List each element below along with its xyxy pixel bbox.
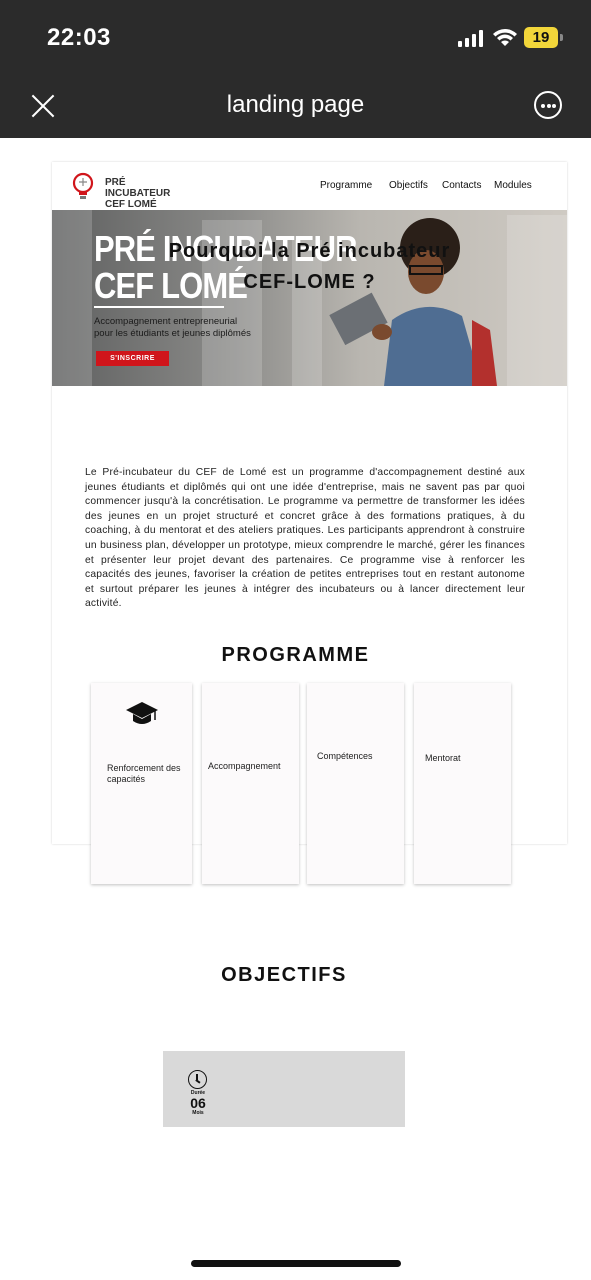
duration-value: 06 bbox=[190, 1095, 206, 1111]
programme-card-renforcement[interactable]: Renforcement des capacités bbox=[91, 683, 192, 884]
status-bar: 22:03 19 bbox=[0, 0, 591, 74]
menu-modules[interactable]: Modules bbox=[494, 180, 532, 191]
why-heading-line-1: Pourquoi la Pré incubateur bbox=[168, 240, 451, 262]
programme-card-competences[interactable]: Compétences bbox=[307, 683, 404, 884]
menu-objectifs[interactable]: Objectifs bbox=[389, 180, 428, 191]
clock-icon bbox=[188, 1070, 207, 1089]
wifi-icon bbox=[493, 29, 517, 46]
logo-line-2: CEF LOMÉ bbox=[105, 199, 157, 210]
card-label: Accompagnement bbox=[208, 761, 281, 771]
hero-subtitle: Accompagnement entrepreneurial pour les … bbox=[94, 316, 251, 340]
card-label: Mentorat bbox=[425, 753, 461, 763]
menu-programme[interactable]: Programme bbox=[320, 180, 372, 191]
hero-divider bbox=[94, 306, 224, 308]
why-heading: Pourquoi la Pré incubateur CEF-LOME ? bbox=[52, 236, 567, 298]
why-heading-line-2: CEF-LOME ? bbox=[243, 271, 376, 293]
duration-block: Durée 06 Mois bbox=[163, 1051, 405, 1127]
programme-card-mentorat[interactable]: Mentorat bbox=[414, 683, 511, 884]
duration-unit: Mois bbox=[192, 1110, 204, 1116]
programme-card-accompagnement[interactable]: Accompagnement bbox=[202, 683, 299, 884]
battery-indicator: 19 bbox=[524, 27, 563, 48]
site-logo-text: PRÉ INCUBATEUR CEF LOMÉ bbox=[105, 177, 185, 210]
more-options-icon[interactable] bbox=[534, 91, 562, 119]
card-label: Renforcement des capacités bbox=[107, 763, 181, 784]
menu-contacts[interactable]: Contacts bbox=[442, 180, 481, 191]
page-title: landing page bbox=[226, 91, 365, 118]
card-label: Compétences bbox=[317, 751, 373, 761]
app-navbar: landing page bbox=[0, 74, 591, 138]
lightbulb-logo-icon bbox=[72, 172, 94, 199]
graduation-cap-icon bbox=[126, 702, 158, 724]
hero-subtitle-line-1: Accompagnement entrepreneurial bbox=[94, 316, 238, 327]
intro-paragraph: Le Pré-incubateur du CEF de Lomé est un … bbox=[85, 467, 525, 610]
objectifs-heading: OBJECTIFS bbox=[221, 964, 347, 986]
site-header: PRÉ INCUBATEUR CEF LOMÉ Programme Object… bbox=[52, 162, 567, 210]
hero-subtitle-line-2: pour les étudiants et jeunes diplômés bbox=[94, 328, 251, 339]
status-time: 22:03 bbox=[47, 24, 111, 51]
logo-line-1: PRÉ INCUBATEUR bbox=[105, 177, 171, 199]
home-indicator[interactable] bbox=[191, 1260, 401, 1267]
register-button[interactable]: S'INSCRIRE bbox=[96, 351, 169, 366]
programme-heading: PROGRAMME bbox=[221, 644, 370, 666]
cellular-signal-icon bbox=[458, 29, 484, 47]
